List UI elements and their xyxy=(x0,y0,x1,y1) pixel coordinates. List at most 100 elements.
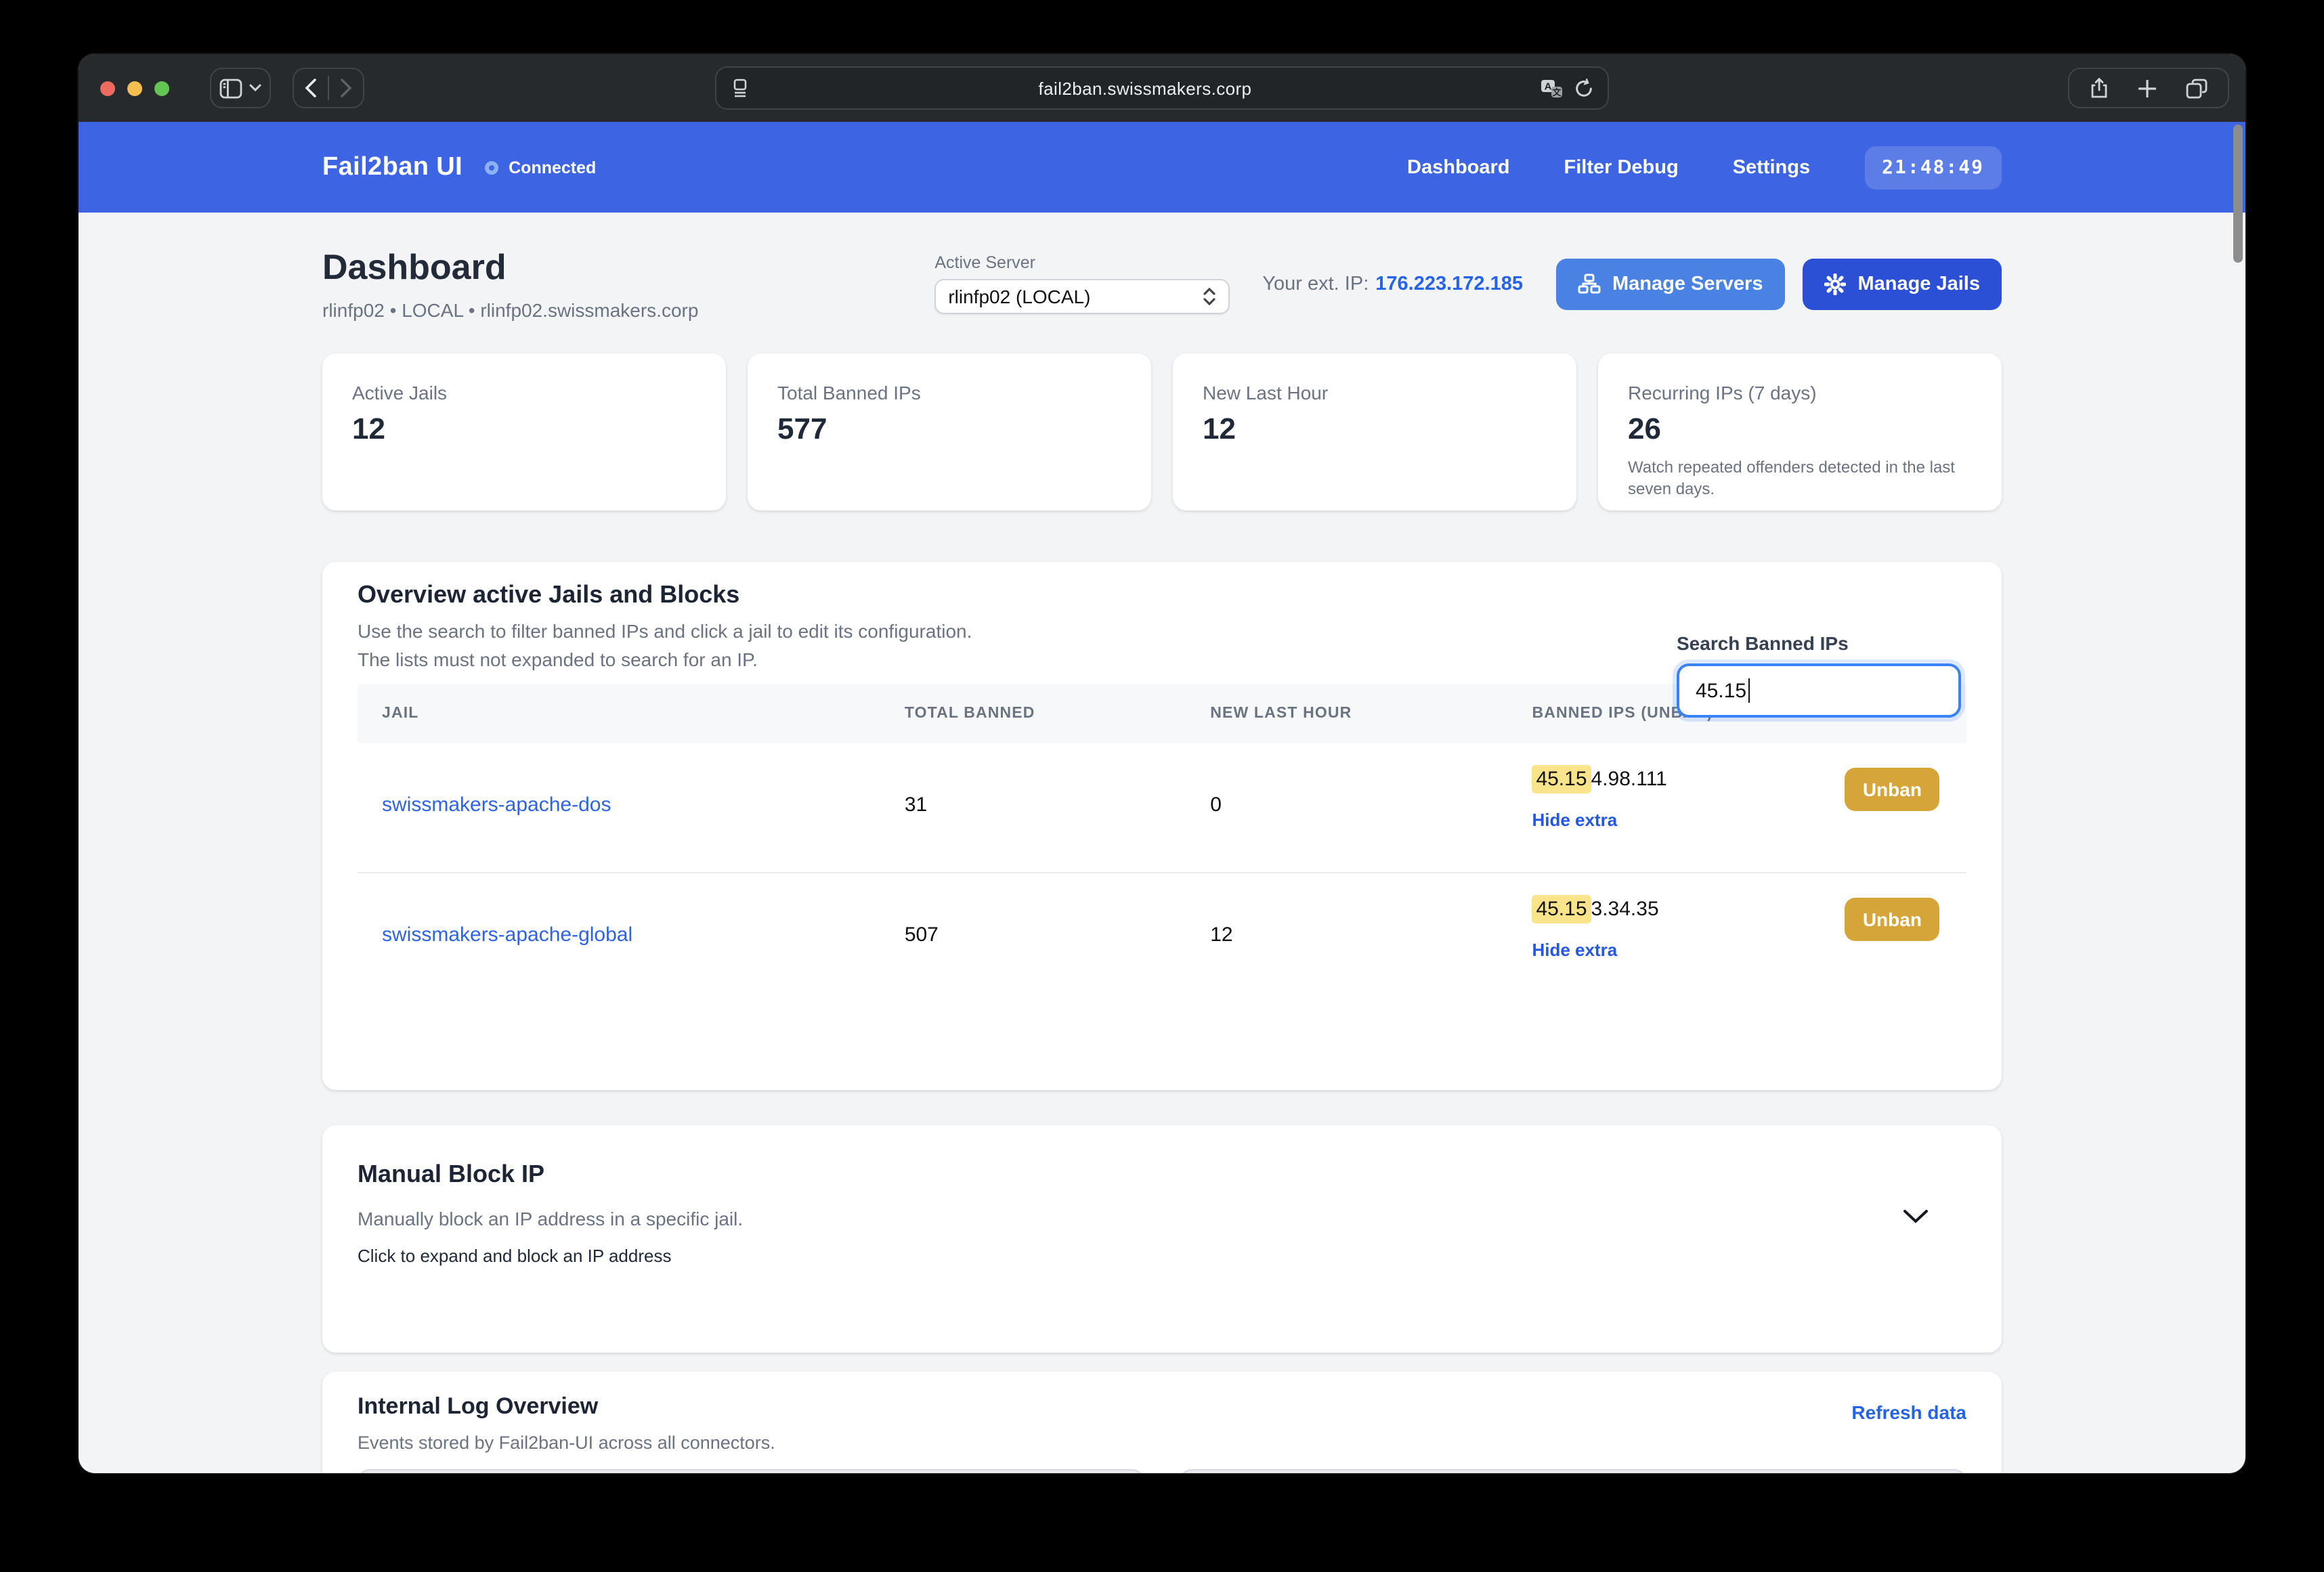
sidebar-toggle-button[interactable] xyxy=(210,68,271,108)
ip-search-highlight: 45.15 xyxy=(1532,895,1591,923)
forward-chevron-icon xyxy=(341,79,352,97)
translate-icon[interactable]: A 文 xyxy=(1540,78,1563,98)
page-settings-icon[interactable] xyxy=(730,77,750,99)
stat-card-new-last-hour: New Last Hour 12 xyxy=(1173,353,1576,510)
manage-servers-button[interactable]: Manage Servers xyxy=(1555,258,1785,309)
nav-links: Dashboard Filter Debug Settings 21:48:49 xyxy=(1407,146,2002,189)
svg-text:A: A xyxy=(1545,80,1552,91)
ip-rest: 3.34.35 xyxy=(1591,898,1659,921)
total-banned-value: 31 xyxy=(904,793,928,816)
internal-log-title: Internal Log Overview xyxy=(358,1393,599,1419)
stat-value: 12 xyxy=(352,412,385,445)
manual-block-description: Manually block an IP address in a specif… xyxy=(358,1208,744,1229)
reload-icon[interactable] xyxy=(1574,78,1594,98)
tabs-icon xyxy=(2186,78,2208,98)
ip-search-highlight: 45.15 xyxy=(1532,765,1591,793)
stat-label: Recurring IPs (7 days) xyxy=(1628,382,1817,403)
stat-card-active-jails: Active Jails 12 xyxy=(322,353,726,510)
page-content: Dashboard rlinfp02 • LOCAL • rlinfp02.sw… xyxy=(79,213,2245,1473)
app-navbar: Fail2ban UI Connected Dashboard Filter D… xyxy=(79,122,2245,213)
connected-indicator-icon xyxy=(484,160,498,174)
column-header-total-banned: TOTAL BANNED xyxy=(904,705,1035,722)
internal-log-card: Internal Log Overview Refresh data Event… xyxy=(322,1372,2002,1473)
new-last-hour-value: 12 xyxy=(1210,923,1233,946)
back-button[interactable] xyxy=(294,69,328,107)
log-filter-box[interactable] xyxy=(1180,1469,1966,1473)
nav-link-settings[interactable]: Settings xyxy=(1733,156,1810,178)
tab-overview-button[interactable] xyxy=(2171,69,2222,107)
unban-button[interactable]: Unban xyxy=(1845,898,1939,941)
manage-servers-label: Manage Servers xyxy=(1612,273,1763,294)
hide-extra-link[interactable]: Hide extra xyxy=(1532,940,1617,960)
nav-link-dashboard[interactable]: Dashboard xyxy=(1407,156,1510,178)
manual-block-title: Manual Block IP xyxy=(358,1160,545,1187)
gear-icon xyxy=(1824,273,1846,294)
chevron-down-icon xyxy=(249,84,261,92)
search-input-value: 45.15 xyxy=(1696,679,1747,702)
close-window-button[interactable] xyxy=(100,81,115,95)
hide-extra-link[interactable]: Hide extra xyxy=(1532,810,1617,830)
banned-ip: 45.15 4.98.111 xyxy=(1532,765,1667,793)
search-banned-ips-label: Search Banned IPs xyxy=(1677,632,1849,654)
share-button[interactable] xyxy=(2075,69,2124,107)
search-banned-ips-input[interactable]: 45.15 xyxy=(1677,663,1961,718)
stat-value: 577 xyxy=(777,412,827,445)
manage-jails-label: Manage Jails xyxy=(1857,273,1980,294)
log-filter-box[interactable] xyxy=(358,1469,1144,1473)
clock-badge: 21:48:49 xyxy=(1864,146,2002,189)
jail-link[interactable]: swissmakers-apache-global xyxy=(358,923,905,946)
browser-toolbar: fail2ban.swissmakers.corp A 文 xyxy=(79,54,2245,122)
address-bar-actions: A 文 xyxy=(1540,78,1594,98)
overview-card: Overview active Jails and Blocks Use the… xyxy=(322,562,2002,1090)
column-header-jail: JAIL xyxy=(382,705,419,722)
stat-card-total-banned: Total Banned IPs 577 xyxy=(748,353,1151,510)
jail-link[interactable]: swissmakers-apache-dos xyxy=(358,793,905,816)
minimize-window-button[interactable] xyxy=(127,81,142,95)
stat-card-recurring-ips: Recurring IPs (7 days) 26 Watch repeated… xyxy=(1598,353,2002,510)
address-bar[interactable]: fail2ban.swissmakers.corp A 文 xyxy=(715,66,1609,110)
nav-link-filter-debug[interactable]: Filter Debug xyxy=(1564,156,1679,178)
title-block: Dashboard rlinfp02 • LOCAL • rlinfp02.sw… xyxy=(322,246,934,321)
active-server-select[interactable]: rlinfp02 (LOCAL) xyxy=(934,279,1230,314)
unban-button[interactable]: Unban xyxy=(1845,768,1939,811)
ext-ip-label: Your ext. IP: xyxy=(1262,273,1369,294)
page-subtitle: rlinfp02 • LOCAL • rlinfp02.swissmakers.… xyxy=(322,299,699,321)
jails-table: JAIL TOTAL BANNED NEW LAST HOUR BANNED I… xyxy=(358,684,1966,1001)
screen: fail2ban.swissmakers.corp A 文 Fail2ban U… xyxy=(0,0,2324,1572)
select-chevrons-icon xyxy=(1203,287,1215,306)
expand-chevron-icon[interactable] xyxy=(1903,1209,1929,1224)
history-nav-buttons xyxy=(293,68,364,108)
ext-ip-value[interactable]: 176.223.172.185 xyxy=(1375,273,1523,294)
active-server-label: Active Server xyxy=(934,253,1036,272)
scrollbar-thumb[interactable] xyxy=(2233,125,2243,263)
new-last-hour-value: 0 xyxy=(1210,793,1222,816)
manage-jails-button[interactable]: Manage Jails xyxy=(1802,258,2002,309)
banned-ips-cell: 45.15 4.98.111 Hide extra Unban xyxy=(1532,765,1966,842)
banned-ip-group: 45.15 3.34.35 Hide extra xyxy=(1532,895,1659,963)
manual-block-card[interactable]: Manual Block IP Manually block an IP add… xyxy=(322,1125,2002,1353)
sitemap-icon xyxy=(1577,274,1600,294)
zoom-window-button[interactable] xyxy=(154,81,169,95)
table-row: swissmakers-apache-dos 31 0 45.15 4.98.11… xyxy=(358,743,1966,872)
toolbar-right-buttons xyxy=(2068,68,2229,108)
forward-button[interactable] xyxy=(329,69,363,107)
table-row: swissmakers-apache-global 507 12 45.15 3.… xyxy=(358,872,1966,1001)
share-icon xyxy=(2091,77,2107,98)
traffic-lights xyxy=(100,81,169,95)
ip-rest: 4.98.111 xyxy=(1591,768,1667,791)
banned-ip: 45.15 3.34.35 xyxy=(1532,895,1659,923)
banned-ip-group: 45.15 4.98.111 Hide extra xyxy=(1532,765,1667,833)
refresh-data-link[interactable]: Refresh data xyxy=(1851,1401,1966,1423)
text-caret xyxy=(1748,678,1750,703)
banned-ips-cell: 45.15 3.34.35 Hide extra Unban xyxy=(1532,895,1966,971)
connection-status-label: Connected xyxy=(509,158,597,177)
url-text: fail2ban.swissmakers.corp xyxy=(1038,78,1252,98)
connection-status: Connected xyxy=(484,158,596,177)
back-chevron-icon xyxy=(305,79,316,97)
plus-icon xyxy=(2138,79,2156,97)
overview-title: Overview active Jails and Blocks xyxy=(358,581,740,608)
stat-description: Watch repeated offenders detected in the… xyxy=(1628,458,1955,498)
stats-row: Active Jails 12 Total Banned IPs 577 New… xyxy=(322,353,2002,510)
new-tab-button[interactable] xyxy=(2124,69,2171,107)
active-server-block: Active Server rlinfp02 (LOCAL) xyxy=(934,253,1230,314)
